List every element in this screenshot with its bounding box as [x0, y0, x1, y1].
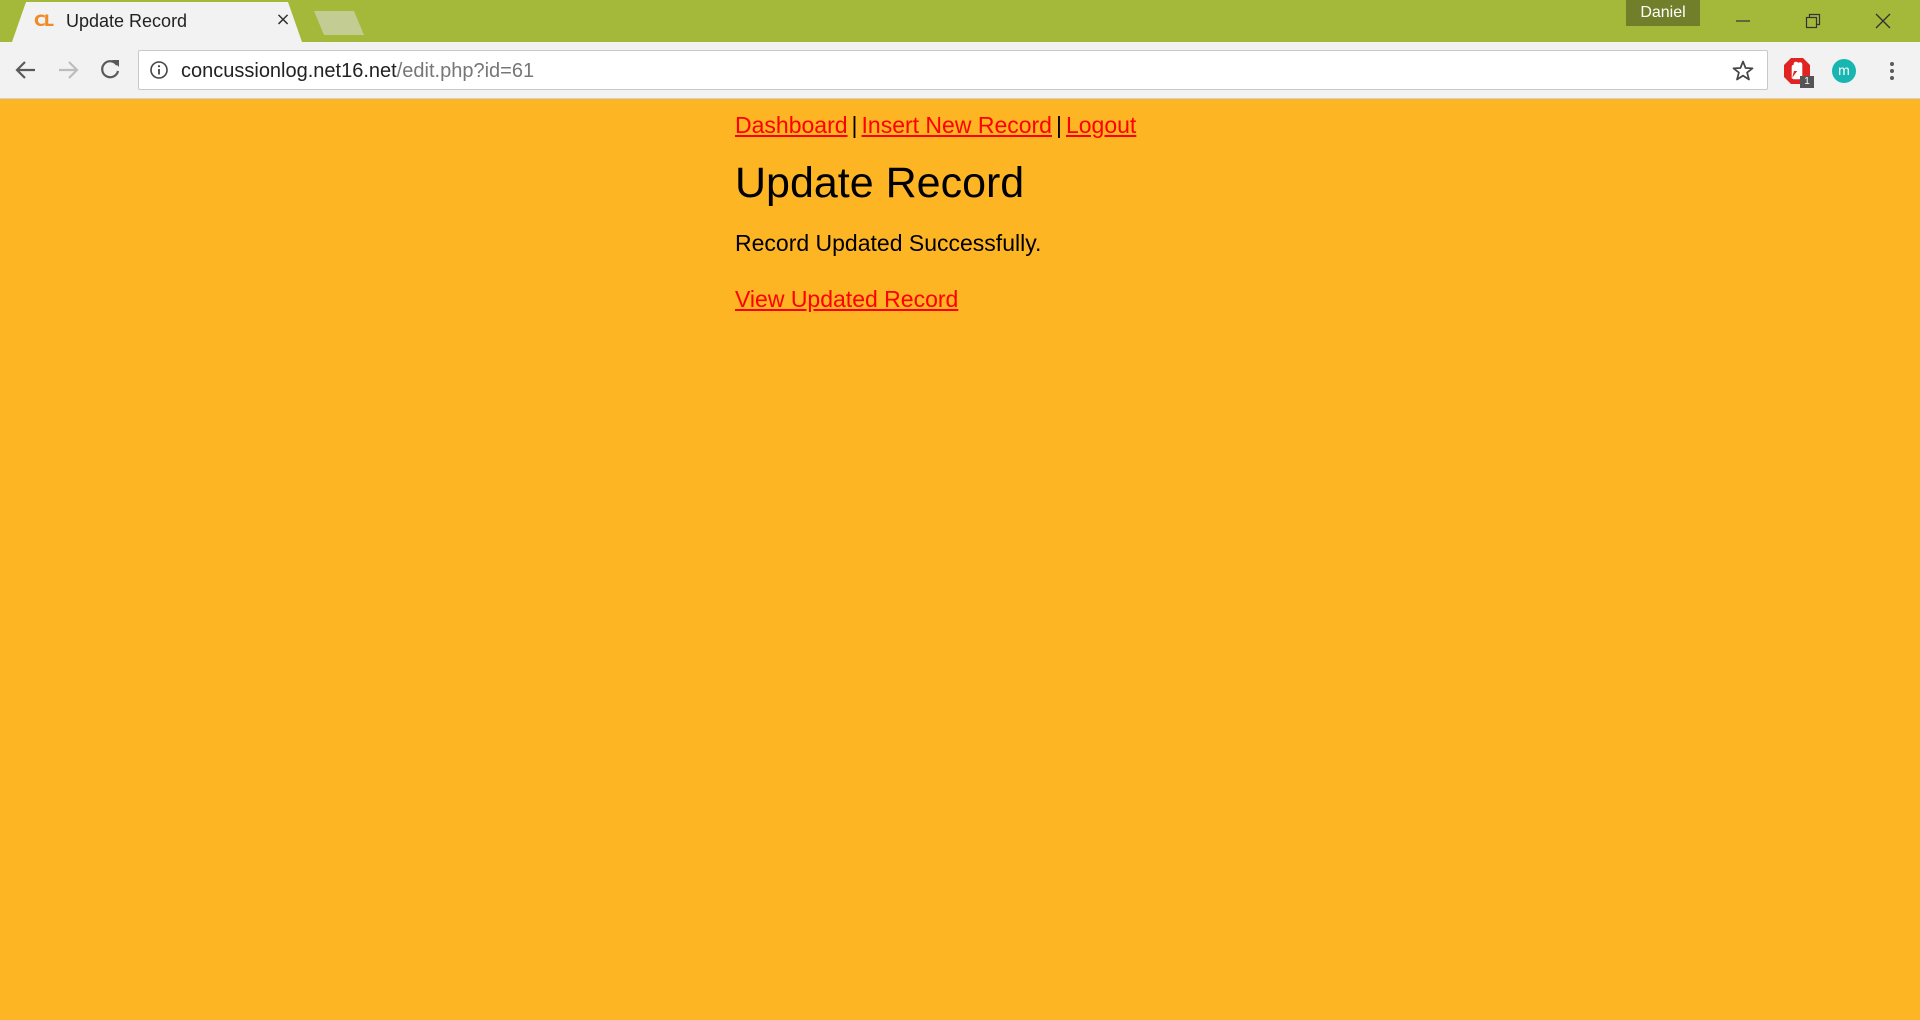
new-tab-button[interactable]	[314, 11, 364, 35]
page-title: Update Record	[735, 159, 1025, 207]
minimize-icon	[1736, 20, 1750, 22]
favicon-icon: CL	[34, 11, 54, 30]
minimize-button[interactable]	[1708, 0, 1778, 42]
status-message: Record Updated Successfully.	[735, 230, 1042, 256]
url-path: /edit.php?id=61	[396, 60, 535, 82]
tab-title: Update Record	[66, 11, 188, 31]
nav-separator: |	[1055, 112, 1062, 138]
forward-arrow-icon[interactable]	[54, 56, 82, 84]
tab-close-icon[interactable]: ×	[274, 9, 292, 31]
title-bar: CL Update Record × Daniel	[0, 0, 1920, 42]
address-bar[interactable]: concussionlog.net16.net/edit.php?id=61	[138, 50, 1768, 90]
back-arrow-icon[interactable]	[12, 56, 40, 84]
page-content: Dashboard | Insert New Record | Logout Updat…	[735, 99, 1535, 313]
close-window-button[interactable]	[1848, 0, 1918, 42]
profile-button[interactable]: Daniel	[1626, 0, 1700, 26]
close-icon	[1875, 13, 1891, 29]
info-icon[interactable]	[149, 60, 169, 80]
restore-icon	[1805, 13, 1821, 29]
browser-toolbar: concussionlog.net16.net/edit.php?id=61 1…	[0, 42, 1920, 99]
star-icon[interactable]	[1731, 59, 1755, 83]
insert-new-record-link[interactable]: Insert New Record	[862, 112, 1052, 138]
top-nav: Dashboard | Insert New Record | Logout	[735, 111, 1535, 139]
kebab-menu-icon[interactable]	[1880, 58, 1904, 84]
restore-button[interactable]	[1778, 0, 1848, 42]
logout-link[interactable]: Logout	[1066, 112, 1136, 138]
url-host: concussionlog.net16.net	[181, 60, 397, 82]
extension-m-icon[interactable]: m	[1832, 59, 1856, 83]
extension-badge: 1	[1800, 76, 1814, 88]
nav-separator: |	[851, 112, 858, 138]
view-updated-record-link[interactable]: View Updated Record	[735, 285, 958, 313]
reload-icon[interactable]	[96, 56, 124, 84]
url-text: concussionlog.net16.net/edit.php?id=61	[181, 59, 534, 83]
dashboard-link[interactable]: Dashboard	[735, 112, 848, 138]
